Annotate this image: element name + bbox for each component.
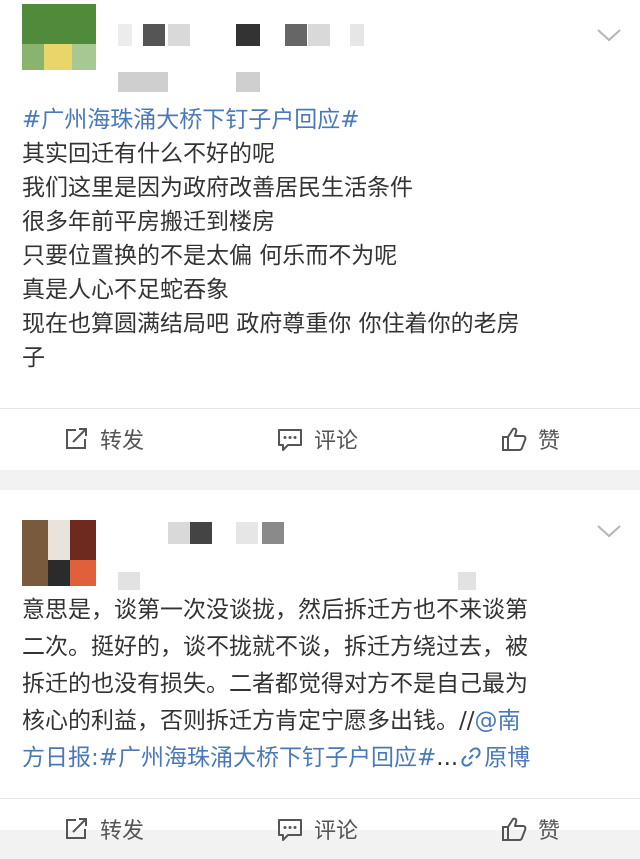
post-text-line: 二次。挺好的，谈不拢就不谈，拆迁方绕过去，被 bbox=[22, 634, 528, 660]
post-body: #广州海珠涌大桥下钉子户回应# 其实回迁有什么不好的呢 我们这里是因为政府改善居… bbox=[22, 103, 520, 375]
avatar[interactable] bbox=[22, 4, 96, 70]
like-label: 赞 bbox=[538, 819, 561, 844]
comment-label: 评论 bbox=[314, 429, 359, 454]
repost-button[interactable]: 转发 bbox=[62, 409, 144, 469]
like-button[interactable]: 赞 bbox=[500, 799, 560, 859]
like-button[interactable]: 赞 bbox=[500, 409, 560, 469]
chevron-down-icon[interactable] bbox=[594, 20, 624, 50]
like-label: 赞 bbox=[538, 429, 561, 454]
topic-link[interactable]: #广州海珠涌大桥下钉子户回应# bbox=[99, 745, 437, 771]
repost-icon bbox=[66, 818, 87, 839]
weibo-post-card-1: #广州海珠涌大桥下钉子户回应# 其实回迁有什么不好的呢 我们这里是因为政府改善居… bbox=[0, 0, 640, 470]
mention-link[interactable]: @南 bbox=[475, 708, 521, 734]
post-text-line: 核心的利益，否则拆迁方肯定宁愿多出钱。//@南 bbox=[22, 703, 530, 740]
post-text-line: 方日报:#广州海珠涌大桥下钉子户回应#... 原博 bbox=[22, 740, 530, 777]
comment-button[interactable]: 评论 bbox=[276, 799, 358, 859]
post-text-line: 很多年前平房搬迁到楼房 bbox=[22, 209, 275, 235]
repost-label: 转发 bbox=[100, 819, 145, 844]
comment-label: 评论 bbox=[314, 819, 359, 844]
topic-link[interactable]: #广州海珠涌大桥下钉子户回应# bbox=[22, 103, 520, 137]
original-post-link[interactable]: 原博 bbox=[458, 745, 530, 771]
post-text-line: 其实回迁有什么不好的呢 bbox=[22, 141, 275, 167]
repost-label: 转发 bbox=[100, 429, 145, 454]
repost-icon bbox=[66, 428, 87, 449]
post-text-line: 意思是，谈第一次没谈拢，然后拆迁方也不来谈第 bbox=[22, 597, 528, 623]
post-action-bar: 转发 评论 赞 bbox=[0, 798, 640, 859]
mention-link-continued[interactable]: 方日报: bbox=[22, 745, 99, 771]
like-icon bbox=[502, 817, 527, 841]
chevron-down-icon[interactable] bbox=[594, 516, 624, 546]
link-icon bbox=[461, 747, 481, 767]
comment-button[interactable]: 评论 bbox=[276, 409, 358, 469]
post-action-bar: 转发 评论 赞 bbox=[0, 408, 640, 469]
repost-button[interactable]: 转发 bbox=[62, 799, 144, 859]
post-text-line: 只要位置换的不是太偏 何乐而不为呢 bbox=[22, 243, 398, 269]
weibo-post-card-2: 意思是，谈第一次没谈拢，然后拆迁方也不来谈第 二次。挺好的，谈不拢就不谈，拆迁方… bbox=[0, 490, 640, 844]
comment-icon bbox=[278, 819, 302, 841]
post-text-line: 真是人心不足蛇吞象 bbox=[22, 277, 229, 303]
post-text-line: 拆迁的也没有损失。二者都觉得对方不是自己最为 bbox=[22, 671, 528, 697]
ellipsis: ... bbox=[436, 745, 459, 771]
post-text-line: 子 bbox=[22, 345, 45, 371]
like-icon bbox=[502, 427, 527, 451]
post-text-line: 我们这里是因为政府改善居民生活条件 bbox=[22, 175, 413, 201]
post-body: 意思是，谈第一次没谈拢，然后拆迁方也不来谈第 二次。挺好的，谈不拢就不谈，拆迁方… bbox=[22, 592, 530, 777]
post-text-line: 现在也算圆满结局吧 政府尊重你 你住着你的老房 bbox=[22, 311, 520, 337]
original-post-label: 原博 bbox=[484, 745, 531, 771]
comment-icon bbox=[278, 429, 302, 451]
avatar[interactable] bbox=[22, 520, 96, 586]
post-text-segment: 核心的利益，否则拆迁方肯定宁愿多出钱。// bbox=[22, 708, 475, 734]
